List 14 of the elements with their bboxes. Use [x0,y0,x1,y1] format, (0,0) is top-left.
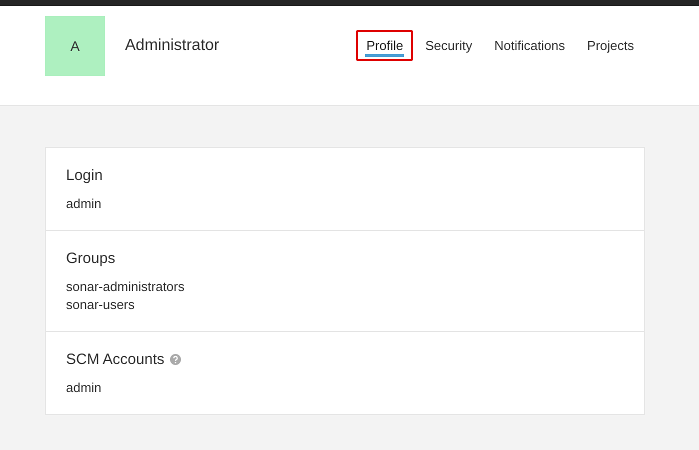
user-name: Administrator [125,36,220,54]
nav-tab[interactable]: Projects [577,30,644,61]
section-value: sonar-users [66,296,136,314]
section-value: sonar-administrators [66,278,186,296]
section-title: Login [66,167,103,184]
nav-tab[interactable]: Security [415,30,482,61]
nav-tab[interactable]: Notifications [484,30,576,61]
avatar: A [45,16,105,76]
section-title: Groups [66,250,116,267]
section-title: SCM Accounts [66,351,164,368]
section-value: admin [66,195,102,213]
section-value: admin [66,379,102,397]
nav-tab[interactable]: Profile [356,30,414,61]
help-icon[interactable] [170,354,182,365]
